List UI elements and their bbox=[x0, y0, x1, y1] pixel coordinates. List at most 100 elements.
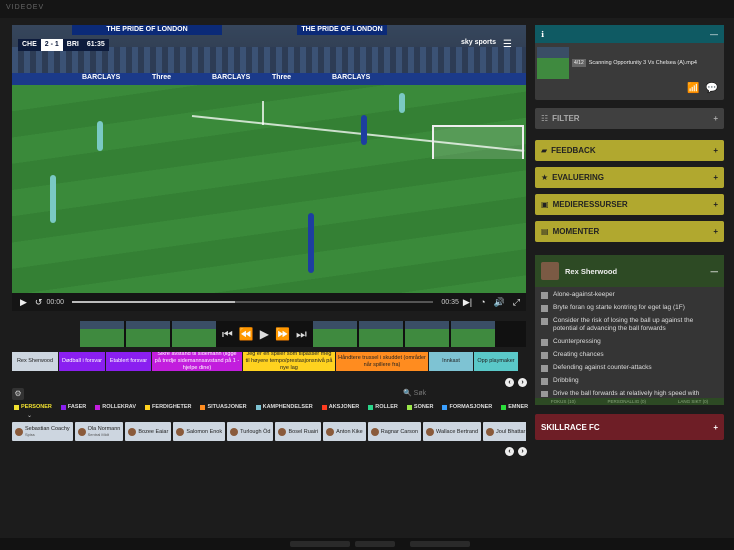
section-evaluering[interactable]: ★ EVALUERING + bbox=[535, 167, 724, 188]
person-chip[interactable]: Salomon Enok bbox=[173, 422, 226, 441]
person-chip[interactable]: Anton Kike bbox=[323, 422, 366, 441]
footer-tab[interactable]: PERSONALLIG (0) bbox=[608, 398, 647, 405]
legend-item[interactable]: ROLLER bbox=[368, 404, 398, 410]
checklist-item[interactable]: Bryte foran og starte kontring for eget … bbox=[541, 304, 718, 312]
media-item[interactable]: 4/12 Scanning Opportunity 3 Vs Chelsea (… bbox=[537, 47, 697, 79]
frame-thumbnail[interactable] bbox=[80, 321, 124, 347]
tag-chip[interactable]: Innkast bbox=[429, 352, 473, 371]
player-figure bbox=[50, 175, 56, 223]
checklist-item[interactable]: Dribbling bbox=[541, 377, 718, 385]
person-chip[interactable]: Sebastian Coachy Spiss bbox=[12, 422, 73, 441]
section-feedback[interactable]: ▰ FEEDBACK + bbox=[535, 140, 724, 161]
checkbox[interactable] bbox=[541, 339, 548, 346]
expand-icon[interactable]: + bbox=[713, 173, 718, 182]
person-chip[interactable]: Joul Bhattar bbox=[483, 422, 526, 441]
volume-icon[interactable]: 🔊 bbox=[494, 293, 505, 311]
cast-icon[interactable]: 📶 bbox=[687, 83, 699, 94]
gear-icon[interactable]: ⚙ bbox=[12, 388, 24, 400]
expand-icon[interactable]: + bbox=[713, 200, 718, 209]
speed-icon[interactable]: ◔ bbox=[480, 293, 485, 311]
checkbox[interactable] bbox=[541, 292, 548, 299]
search-input[interactable]: 🔍 Søk bbox=[403, 389, 513, 400]
tag-chip[interactable]: Etablert forsvar bbox=[106, 352, 151, 371]
legend-item[interactable]: FASER bbox=[60, 404, 86, 410]
person-role: Spiss bbox=[25, 432, 35, 437]
tag-chip[interactable]: Opp playmaker bbox=[474, 352, 518, 371]
expand-icon[interactable]: + bbox=[713, 114, 718, 123]
frame-thumbnail[interactable] bbox=[358, 321, 403, 347]
section-momenter[interactable]: ▤ MOMENTER + bbox=[535, 221, 724, 242]
video-player[interactable]: THE PRIDE OF LONDON THE PRIDE OF LONDON … bbox=[12, 25, 526, 293]
skip-start-icon[interactable]: ⏮ bbox=[222, 327, 233, 342]
checkbox[interactable] bbox=[541, 305, 548, 312]
info-icon[interactable]: ℹ bbox=[541, 30, 544, 39]
tag-chip[interactable]: Dødball i forsvar bbox=[59, 352, 105, 371]
legend-item[interactable]: EMNER bbox=[501, 404, 528, 410]
person-text: Sebastian Coachy Spiss bbox=[25, 426, 70, 437]
legend-item[interactable]: SONER bbox=[406, 404, 433, 410]
skip-end-icon[interactable]: ⏭ bbox=[296, 327, 307, 342]
seek-bar[interactable] bbox=[72, 301, 434, 303]
section-skillrace[interactable]: SKILLRACE FC + bbox=[535, 414, 724, 440]
checklist-item[interactable]: Defending against counter-attacks bbox=[541, 364, 718, 372]
person-chip[interactable]: Ola Normann Sentral Midt bbox=[74, 422, 124, 441]
checklist-item[interactable]: Drive the ball forwards at relatively hi… bbox=[541, 390, 718, 397]
legend-item[interactable]: ROLLEKRAV bbox=[95, 404, 136, 410]
collapse-icon[interactable]: — bbox=[710, 30, 718, 39]
person-chip[interactable]: Ragnar Carson bbox=[367, 422, 422, 441]
stand-banner: THE PRIDE OF LONDON bbox=[297, 25, 387, 35]
legend-item[interactable]: KAMPHENDELSER bbox=[255, 404, 313, 410]
legend-item[interactable]: FORMASJONER bbox=[442, 404, 492, 410]
list-icon[interactable]: ☰ bbox=[503, 39, 512, 50]
checkbox[interactable] bbox=[541, 318, 548, 325]
tag-chip[interactable]: Sikre avstand til sidemann (ligge på tre… bbox=[152, 352, 242, 371]
frame-thumbnail[interactable] bbox=[126, 321, 170, 347]
section-filter[interactable]: ☷ FILTER + bbox=[535, 108, 724, 129]
expand-icon[interactable]: + bbox=[713, 146, 718, 155]
tag-chip[interactable]: Rex Sherwood bbox=[12, 352, 58, 371]
expand-icon[interactable]: + bbox=[713, 227, 718, 236]
frame-thumbnail[interactable] bbox=[172, 321, 216, 347]
collapse-icon[interactable]: — bbox=[711, 267, 719, 276]
legend-item[interactable]: SITUASJONER bbox=[200, 404, 247, 410]
tag-chip[interactable]: Håndtere trussel i skuddet (områder når … bbox=[336, 352, 428, 371]
comment-icon[interactable]: 💬 bbox=[706, 83, 718, 94]
person-chip[interactable]: Turlough Öd bbox=[227, 422, 274, 441]
footer-tab[interactable]: FOKUS (10) bbox=[551, 398, 576, 405]
play-icon[interactable]: ▶ bbox=[260, 327, 269, 341]
checklist-item[interactable]: Alone-against-keeper bbox=[541, 291, 718, 299]
rewind-icon[interactable]: ⏪ bbox=[239, 327, 254, 341]
checklist-item[interactable]: Consider the risk of losing the ball up … bbox=[541, 317, 718, 333]
ad-boards: BARCLAYS Three BARCLAYS Three BARCLAYS bbox=[12, 73, 526, 85]
chevron-down-icon[interactable]: ⌄ bbox=[27, 412, 32, 419]
time-current: 00:00 bbox=[46, 298, 64, 306]
checklist-item[interactable]: Creating chances bbox=[541, 351, 718, 359]
tag-chip[interactable]: Jeg er en spiller som tilpasser meg til … bbox=[243, 352, 335, 371]
expand-icon[interactable]: + bbox=[713, 423, 718, 432]
footer-tab[interactable]: LANG SIKT (0) bbox=[678, 398, 708, 405]
prev-arrow-icon[interactable]: ‹ bbox=[505, 447, 514, 456]
next-arrow-icon[interactable]: › bbox=[518, 378, 527, 387]
frame-thumbnail[interactable] bbox=[312, 321, 357, 347]
person-chip[interactable]: Bozee Eaiar bbox=[125, 422, 172, 441]
replay-10-icon[interactable]: ↺ bbox=[35, 293, 43, 311]
next-frame-icon[interactable]: ▶| bbox=[463, 293, 472, 311]
fast-forward-icon[interactable]: ⏩ bbox=[275, 327, 290, 341]
legend-item[interactable]: PERSONER bbox=[14, 404, 52, 410]
section-medieressurser[interactable]: ▣ MEDIERESSURSER + bbox=[535, 194, 724, 215]
legend-item[interactable]: FERDIGHETER bbox=[145, 404, 191, 410]
checkbox[interactable] bbox=[541, 378, 548, 385]
legend-item[interactable]: AKSJONER bbox=[321, 404, 359, 410]
fullscreen-icon[interactable]: ⤢ bbox=[513, 293, 520, 311]
frame-thumbnail[interactable] bbox=[404, 321, 449, 347]
person-chip[interactable]: Bosel Ruairi bbox=[275, 422, 322, 441]
prev-arrow-icon[interactable]: ‹ bbox=[505, 378, 514, 387]
checkbox[interactable] bbox=[541, 352, 548, 359]
next-arrow-icon[interactable]: › bbox=[518, 447, 527, 456]
checklist-item[interactable]: Counterpressing bbox=[541, 338, 718, 346]
person-chip[interactable]: Wallace Bertrand bbox=[423, 422, 482, 441]
checkbox[interactable] bbox=[541, 391, 548, 397]
checkbox[interactable] bbox=[541, 365, 548, 372]
frame-thumbnail[interactable] bbox=[450, 321, 495, 347]
play-icon[interactable]: ▶ bbox=[20, 293, 27, 311]
